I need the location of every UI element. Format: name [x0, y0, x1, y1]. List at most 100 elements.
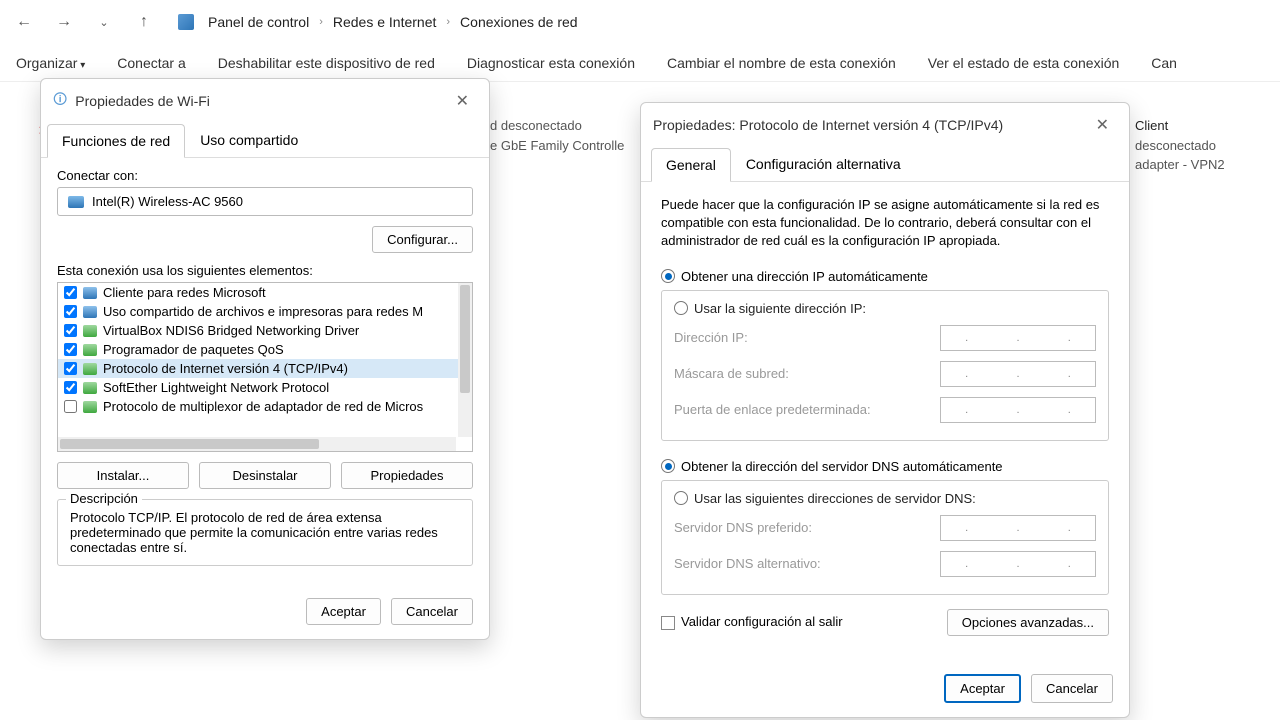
- tab-alternate[interactable]: Configuración alternativa: [731, 147, 916, 181]
- item-checkbox[interactable]: [64, 343, 77, 356]
- crumb-network[interactable]: Redes e Internet: [333, 14, 437, 30]
- scrollbar-horizontal[interactable]: [58, 437, 456, 451]
- adapter-name: Intel(R) Wireless-AC 9560: [92, 194, 243, 209]
- dns2-row: Servidor DNS alternativo: ...: [674, 546, 1096, 582]
- list-item[interactable]: Programador de paquetes QoS: [58, 340, 472, 359]
- configure-button[interactable]: Configurar...: [372, 226, 473, 253]
- item-label: VirtualBox NDIS6 Bridged Networking Driv…: [103, 323, 359, 338]
- properties-button[interactable]: Propiedades: [341, 462, 473, 489]
- protocol-icon: [83, 306, 97, 318]
- radio-icon: [661, 459, 675, 473]
- item-checkbox[interactable]: [64, 362, 77, 375]
- validate-checkbox[interactable]: Validar configuración al salir: [661, 614, 843, 630]
- crumb-connections[interactable]: Conexiones de red: [460, 14, 578, 30]
- protocol-icon: [83, 344, 97, 356]
- radio-use-dns[interactable]: Usar las siguientes direcciones de servi…: [674, 487, 1096, 510]
- diagnose-button[interactable]: Diagnosticar esta conexión: [467, 55, 635, 71]
- subnet-input: ...: [940, 361, 1096, 387]
- ipv4-titlebar: Propiedades: Protocolo de Internet versi…: [641, 103, 1129, 147]
- rename-button[interactable]: Cambiar el nombre de esta conexión: [667, 55, 896, 71]
- forward-button[interactable]: →: [48, 6, 80, 38]
- explorer-navbar: ← → ⌄ ↑ Panel de control › Redes e Inter…: [0, 0, 1280, 44]
- dns1-input: ...: [940, 515, 1096, 541]
- dns2-input: ...: [940, 551, 1096, 577]
- gateway-row: Puerta de enlace predeterminada: ...: [674, 392, 1096, 428]
- tab-general[interactable]: General: [651, 148, 731, 182]
- connect-to-button[interactable]: Conectar a: [117, 55, 185, 71]
- connect-with-label: Conectar con:: [57, 168, 473, 183]
- list-item[interactable]: Uso compartido de archivos e impresoras …: [58, 302, 472, 321]
- view-status-button[interactable]: Ver el estado de esta conexión: [928, 55, 1119, 71]
- adapter-display: Intel(R) Wireless-AC 9560: [57, 187, 473, 216]
- list-item[interactable]: SoftEther Lightweight Network Protocol: [58, 378, 472, 397]
- description-group: Descripción Protocolo TCP/IP. El protoco…: [57, 499, 473, 566]
- list-item[interactable]: Cliente para redes Microsoft: [58, 283, 472, 302]
- list-item[interactable]: Protocolo de multiplexor de adaptador de…: [58, 397, 472, 416]
- disable-device-button[interactable]: Deshabilitar este dispositivo de red: [218, 55, 435, 71]
- wifi-title: Propiedades de Wi-Fi: [75, 93, 210, 109]
- cancel-button[interactable]: Cancelar: [1031, 674, 1113, 703]
- radio-auto-ip[interactable]: Obtener una dirección IP automáticamente: [661, 265, 1109, 288]
- wifi-properties-dialog: 🛈 Propiedades de Wi-Fi ✕ Funciones de re…: [40, 78, 490, 640]
- radio-icon: [674, 301, 688, 315]
- item-checkbox[interactable]: [64, 305, 77, 318]
- ipv4-properties-dialog: Propiedades: Protocolo de Internet versi…: [640, 102, 1130, 718]
- protocol-icon: [83, 363, 97, 375]
- bg-connection-mid: d desconectadoe GbE Family Controlle: [490, 116, 624, 155]
- ipv4-title: Propiedades: Protocolo de Internet versi…: [653, 117, 1003, 133]
- dns1-row: Servidor DNS preferido: ...: [674, 510, 1096, 546]
- radio-auto-dns[interactable]: Obtener la dirección del servidor DNS au…: [661, 455, 1109, 478]
- close-button[interactable]: ✕: [1088, 111, 1117, 139]
- description-title: Descripción: [66, 491, 142, 506]
- close-button[interactable]: ✕: [448, 87, 477, 115]
- protocol-icon: [83, 325, 97, 337]
- ok-button[interactable]: Aceptar: [944, 674, 1021, 703]
- ip-address-row: Dirección IP: ...: [674, 320, 1096, 356]
- ip-address-input: ...: [940, 325, 1096, 351]
- network-items-list[interactable]: Cliente para redes Microsoft Uso comparti…: [57, 282, 473, 452]
- more-truncated[interactable]: Can: [1151, 55, 1177, 71]
- radio-icon: [661, 269, 675, 283]
- recent-dropdown[interactable]: ⌄: [88, 6, 120, 38]
- adapter-icon: [68, 196, 84, 208]
- description-text: Protocolo TCP/IP. El protocolo de red de…: [70, 510, 460, 555]
- tab-network-functions[interactable]: Funciones de red: [47, 124, 185, 158]
- item-label: Protocolo de multiplexor de adaptador de…: [103, 399, 423, 414]
- bg-connection-right: Clientdesconectadoadapter - VPN2: [1135, 116, 1225, 175]
- item-label: Uso compartido de archivos e impresoras …: [103, 304, 423, 319]
- item-label: Protocolo de Internet versión 4 (TCP/IPv…: [103, 361, 348, 376]
- chevron-right-icon: ›: [446, 16, 450, 28]
- items-label: Esta conexión usa los siguientes element…: [57, 263, 473, 278]
- item-checkbox[interactable]: [64, 400, 77, 413]
- protocol-icon: [83, 382, 97, 394]
- list-item[interactable]: Protocolo de Internet versión 4 (TCP/IPv…: [58, 359, 472, 378]
- protocol-icon: [83, 287, 97, 299]
- advanced-button[interactable]: Opciones avanzadas...: [947, 609, 1109, 636]
- up-button[interactable]: ↑: [128, 6, 160, 38]
- scrollbar-vertical[interactable]: [458, 283, 472, 437]
- breadcrumb[interactable]: Panel de control › Redes e Internet › Co…: [208, 14, 578, 30]
- item-checkbox[interactable]: [64, 286, 77, 299]
- ipv4-description: Puede hacer que la configuración IP se a…: [661, 196, 1109, 251]
- gateway-input: ...: [940, 397, 1096, 423]
- cancel-button[interactable]: Cancelar: [391, 598, 473, 625]
- command-bar: Organizar Conectar a Deshabilitar este d…: [0, 44, 1280, 82]
- wifi-tabs: Funciones de red Uso compartido: [41, 123, 489, 158]
- item-label: Cliente para redes Microsoft: [103, 285, 266, 300]
- tab-sharing[interactable]: Uso compartido: [185, 123, 313, 157]
- back-button[interactable]: ←: [8, 6, 40, 38]
- wifi-titlebar: 🛈 Propiedades de Wi-Fi ✕: [41, 79, 489, 123]
- uninstall-button[interactable]: Desinstalar: [199, 462, 331, 489]
- item-checkbox[interactable]: [64, 381, 77, 394]
- install-button[interactable]: Instalar...: [57, 462, 189, 489]
- ipv4-tabs: General Configuración alternativa: [641, 147, 1129, 182]
- list-item[interactable]: VirtualBox NDIS6 Bridged Networking Driv…: [58, 321, 472, 340]
- radio-use-ip[interactable]: Usar la siguiente dirección IP:: [674, 297, 1096, 320]
- subnet-row: Máscara de subred: ...: [674, 356, 1096, 392]
- organize-menu[interactable]: Organizar: [16, 55, 85, 71]
- item-checkbox[interactable]: [64, 324, 77, 337]
- radio-icon: [674, 491, 688, 505]
- ok-button[interactable]: Aceptar: [306, 598, 381, 625]
- location-icon: [178, 14, 194, 30]
- crumb-control-panel[interactable]: Panel de control: [208, 14, 309, 30]
